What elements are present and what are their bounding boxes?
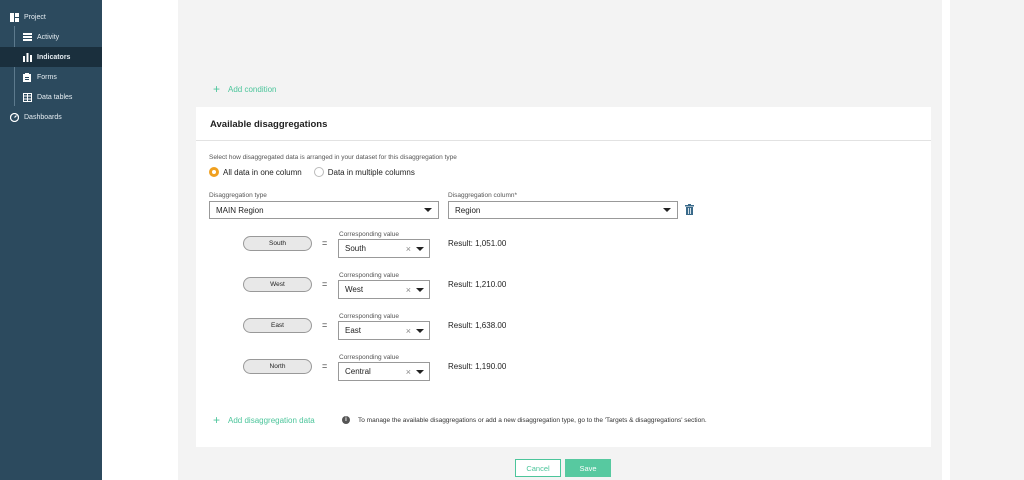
right-gutter <box>942 0 950 480</box>
divider <box>196 140 931 141</box>
result-value: Result: 1,190.00 <box>448 362 507 371</box>
radio-label: Data in multiple columns <box>327 167 415 177</box>
select-value: Central <box>345 367 371 376</box>
plus-icon: + <box>213 413 221 427</box>
corresponding-value-label: Corresponding value <box>339 272 399 279</box>
radio-all-in-one-column[interactable] <box>209 167 219 177</box>
arrangement-options: All data in one column Data in multiple … <box>209 167 427 177</box>
right-panel <box>950 0 1024 480</box>
main-gutter <box>102 0 178 480</box>
corresponding-value-select[interactable]: East × <box>338 321 430 340</box>
sidebar-item-project[interactable]: Project <box>0 7 102 27</box>
add-condition-button[interactable]: + Add condition <box>213 83 277 95</box>
result-value: Result: 1,051.00 <box>448 239 507 248</box>
clear-icon[interactable]: × <box>406 244 411 254</box>
select-value: South <box>345 244 366 253</box>
sidebar: Project Activity Indicators Forms Data t… <box>0 0 102 480</box>
info-text: To manage the available disaggregations … <box>358 416 707 424</box>
equals-sign: = <box>322 238 328 248</box>
disaggregation-pill-south: South <box>243 236 312 251</box>
result-value: Result: 1,638.00 <box>448 321 507 330</box>
add-disaggregation-button[interactable]: + Add disaggregation data <box>213 414 315 426</box>
sidebar-item-data-tables[interactable]: Data tables <box>0 87 102 107</box>
disaggregation-pill-north: North <box>243 359 312 374</box>
sidebar-item-label: Dashboards <box>24 113 62 121</box>
corresponding-value-label: Corresponding value <box>339 313 399 320</box>
save-button[interactable]: Save <box>565 459 611 477</box>
corresponding-value-label: Corresponding value <box>339 354 399 361</box>
equals-sign: = <box>322 279 328 289</box>
chevron-down-icon <box>416 370 424 374</box>
equals-sign: = <box>322 320 328 330</box>
sidebar-item-label: Forms <box>37 73 57 81</box>
chevron-down-icon <box>416 247 424 251</box>
card-title: Available disaggregations <box>210 119 328 130</box>
disaggregation-column-select[interactable]: Region <box>448 201 678 219</box>
radio-label: All data in one column <box>223 167 302 177</box>
clear-icon[interactable]: × <box>406 285 411 295</box>
project-icon <box>9 12 19 22</box>
disaggregations-card: Available disaggregations Select how dis… <box>196 107 931 447</box>
corresponding-value-select[interactable]: West × <box>338 280 430 299</box>
cancel-button[interactable]: Cancel <box>515 459 561 477</box>
select-value: West <box>345 285 364 294</box>
sidebar-item-label: Activity <box>37 33 60 41</box>
trash-icon[interactable] <box>685 202 695 215</box>
sidebar-item-dashboards[interactable]: Dashboards <box>0 107 102 127</box>
bar-chart-icon <box>22 52 32 62</box>
sidebar-item-activity[interactable]: Activity <box>0 27 102 47</box>
arrangement-hint: Select how disaggregated data is arrange… <box>209 154 457 161</box>
select-value: MAIN Region <box>216 205 264 215</box>
corresponding-value-select[interactable]: Central × <box>338 362 430 381</box>
clear-icon[interactable]: × <box>406 326 411 336</box>
add-condition-label: Add condition <box>228 84 277 94</box>
table-icon <box>22 92 32 102</box>
clipboard-icon <box>22 72 32 82</box>
select-value: Region <box>455 205 481 215</box>
chevron-down-icon <box>416 288 424 292</box>
result-value: Result: 1,210.00 <box>448 280 507 289</box>
type-label: Disaggregation type <box>209 192 267 199</box>
disaggregation-pill-east: East <box>243 318 312 333</box>
add-disaggregation-label: Add disaggregation data <box>228 415 315 425</box>
dashboard-icon <box>9 112 19 122</box>
disaggregation-type-select[interactable]: MAIN Region <box>209 201 439 219</box>
chevron-down-icon <box>416 329 424 333</box>
disaggregation-pill-west: West <box>243 277 312 292</box>
list-icon <box>22 32 32 42</box>
chevron-down-icon <box>663 208 671 212</box>
radio-multiple-columns[interactable] <box>313 167 324 177</box>
corresponding-value-label: Corresponding value <box>339 231 399 238</box>
select-value: East <box>345 326 362 335</box>
sidebar-item-label: Indicators <box>37 53 71 61</box>
corresponding-value-select[interactable]: South × <box>338 239 430 258</box>
sidebar-item-indicators[interactable]: Indicators <box>0 47 102 67</box>
column-label: Disaggregation column* <box>448 192 518 199</box>
sidebar-item-label: Project <box>24 13 46 21</box>
info-message: i To manage the available disaggregation… <box>342 416 707 424</box>
clear-icon[interactable]: × <box>406 367 411 377</box>
equals-sign: = <box>322 361 328 371</box>
sidebar-item-forms[interactable]: Forms <box>0 67 102 87</box>
chevron-down-icon <box>424 208 432 212</box>
sidebar-item-label: Data tables <box>37 93 73 101</box>
info-icon: i <box>342 416 350 424</box>
plus-icon: + <box>213 82 221 96</box>
